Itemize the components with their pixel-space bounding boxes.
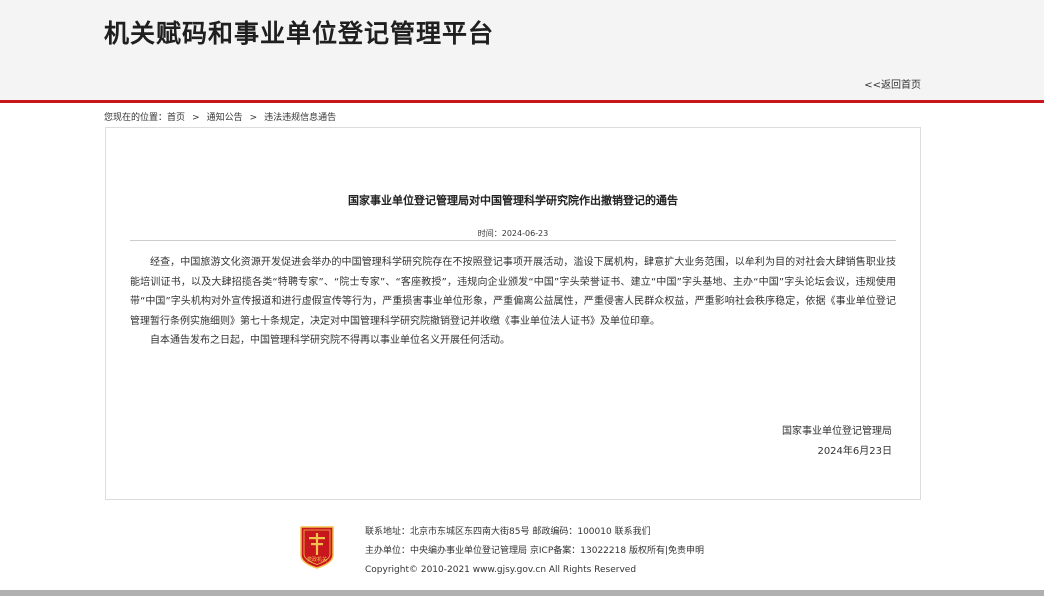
- breadcrumb: 您现在的位置：首页 > 通知公告 > 违法违规信息通告: [104, 110, 336, 123]
- article-paragraph: 自本通告发布之日起，中国管理科学研究院不得再以事业单位名义开展任何活动。: [150, 335, 510, 346]
- logo-caption: 党政机关: [307, 556, 327, 563]
- postcode-label: 邮政编码：: [532, 527, 578, 537]
- page-header: 机关赋码和事业单位登记管理平台 <<返回首页: [0, 0, 1044, 100]
- signature-date: 2024年6月23日: [817, 446, 892, 457]
- back-to-home-link[interactable]: <<返回首页: [864, 76, 921, 91]
- breadcrumb-item-home[interactable]: 首页: [167, 113, 185, 123]
- footer-copyright: Copyright© 2010-2021 www.gjsy.gov.cn All…: [365, 565, 637, 575]
- footer-info: 联系地址：北京市东城区东四南大街85号 邮政编码：100010 联系我们 主办单…: [365, 523, 704, 580]
- breadcrumb-separator: >: [249, 113, 258, 123]
- article-container: 国家事业单位登记管理局对中国管理科学研究院作出撤销登记的通告 时间：2024-0…: [105, 127, 921, 500]
- address-value: 北京市东城区东四南大街85号: [410, 527, 530, 537]
- contact-us-link[interactable]: 联系我们: [615, 527, 651, 537]
- article-paragraph: 经查，中国旅游文化资源开发促进会举办的中国管理科学研究院存在不按照登记事项开展活…: [130, 257, 896, 327]
- footer-line-host: 主办单位：中央编办事业单位登记管理局 京ICP备案：13022218 版权所有|…: [365, 546, 705, 556]
- postcode-value: 100010: [577, 527, 612, 537]
- article-body: 经查，中国旅游文化资源开发促进会举办的中国管理科学研究院存在不按照登记事项开展活…: [130, 253, 896, 351]
- breadcrumb-separator: >: [192, 113, 200, 123]
- article-date: 时间：2024-06-23: [477, 229, 549, 238]
- page-bottom-bar: [0, 590, 1044, 596]
- copyright-link[interactable]: 版权所有: [629, 546, 665, 556]
- disclaimer-link[interactable]: 免责申明: [668, 546, 704, 556]
- host-value: 中央编办事业单位登记管理局: [410, 546, 528, 556]
- article-signature: 国家事业单位登记管理局 2024年6月23日: [782, 422, 892, 462]
- footer-line-contact: 联系地址：北京市东城区东四南大街85号 邮政编码：100010 联系我们: [365, 523, 704, 542]
- breadcrumb-item-notices[interactable]: 通知公告: [207, 113, 243, 123]
- breadcrumb-item-violations[interactable]: 违法违规信息通告: [264, 113, 336, 123]
- site-title: 机关赋码和事业单位登记管理平台: [104, 19, 495, 48]
- article-title: 国家事业单位登记管理局对中国管理科学研究院作出撤销登记的通告: [348, 194, 678, 207]
- page-footer: 党政机关 联系地址：北京市东城区东四南大街85号 邮政编码：100010 联系我…: [0, 515, 1044, 590]
- header-divider-bar: [0, 100, 1044, 103]
- host-label: 主办单位：: [365, 546, 411, 556]
- breadcrumb-prefix: 您现在的位置：: [104, 113, 168, 123]
- address-label: 联系地址：: [365, 527, 411, 537]
- article-divider: [130, 240, 896, 241]
- signature-organization: 国家事业单位登记管理局: [782, 426, 892, 437]
- party-government-emblem-icon: 党政机关: [300, 526, 334, 569]
- icp-record: 京ICP备案：13022218: [529, 546, 627, 556]
